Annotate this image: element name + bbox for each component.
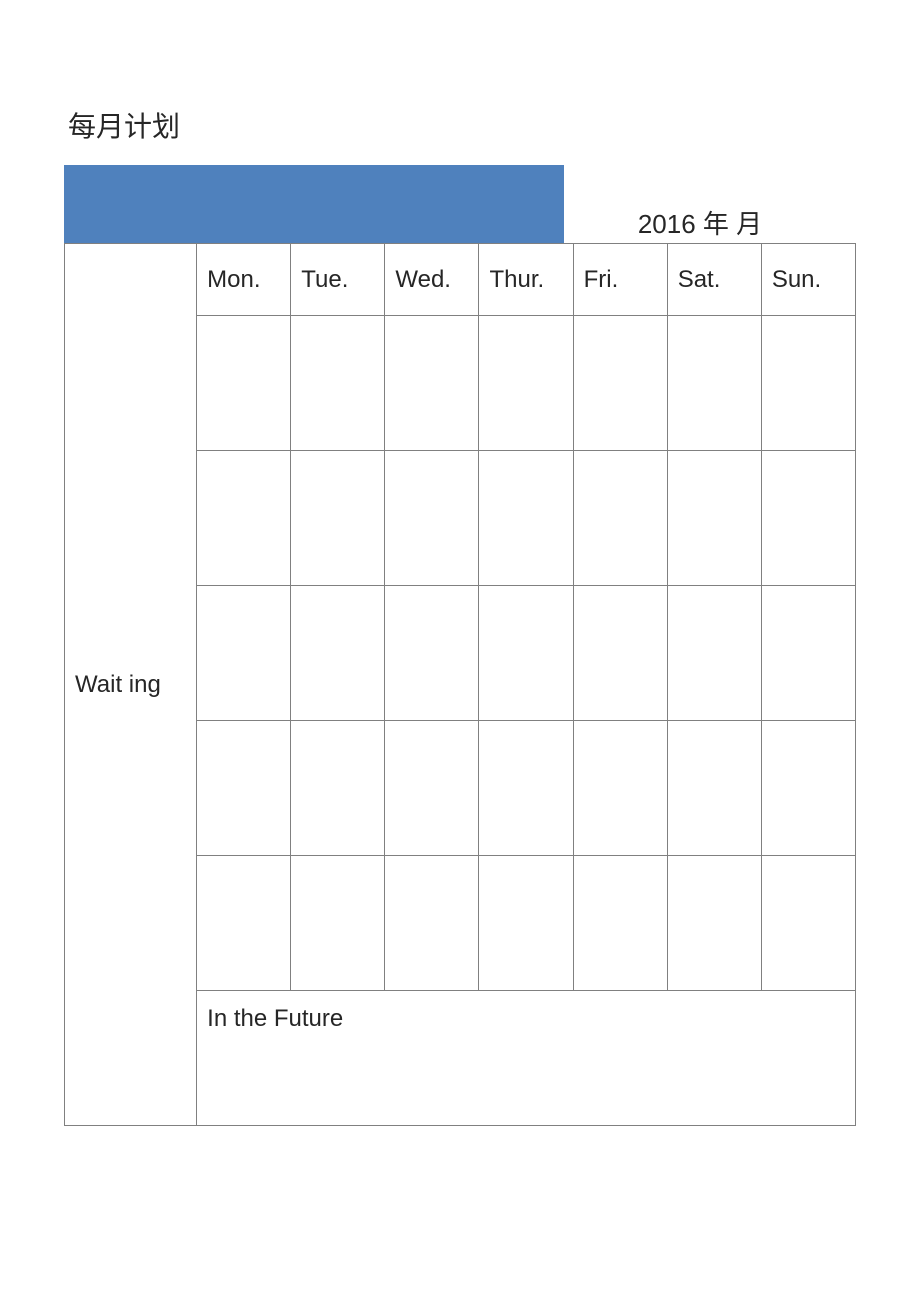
day-cell [385, 721, 479, 856]
day-cell [197, 586, 291, 721]
col-sun: Sun. [761, 244, 855, 316]
future-cell: In the Future [197, 991, 856, 1126]
day-cell [573, 316, 667, 451]
day-cell [761, 721, 855, 856]
page-container: 每月计划 2016 年 月 Wait ing Mon. Tue. Wed. Th… [0, 0, 920, 1126]
day-cell [573, 451, 667, 586]
day-cell [667, 856, 761, 991]
day-cell [291, 316, 385, 451]
day-cell [667, 586, 761, 721]
day-cell [667, 721, 761, 856]
day-cell [761, 856, 855, 991]
day-cell [291, 586, 385, 721]
day-cell [197, 856, 291, 991]
day-cell [385, 586, 479, 721]
day-cell [385, 451, 479, 586]
day-cell [291, 451, 385, 586]
blue-accent-bar [64, 165, 564, 243]
day-cell [573, 856, 667, 991]
col-wed: Wed. [385, 244, 479, 316]
day-cell [761, 316, 855, 451]
day-cell [479, 586, 573, 721]
day-cell [667, 451, 761, 586]
col-sat: Sat. [667, 244, 761, 316]
planner-table: Wait ing Mon. Tue. Wed. Thur. Fri. Sat. … [64, 243, 856, 1126]
header-row: 2016 年 月 [64, 165, 856, 243]
day-cell [667, 316, 761, 451]
day-cell [197, 451, 291, 586]
page-title: 每月计划 [68, 105, 856, 145]
date-label: 2016 年 月 [564, 165, 856, 243]
day-cell [761, 586, 855, 721]
day-cell [385, 856, 479, 991]
day-cell [385, 316, 479, 451]
day-cell [291, 721, 385, 856]
day-cell [291, 856, 385, 991]
waiting-column: Wait ing [65, 244, 197, 1126]
day-cell [573, 721, 667, 856]
day-cell [197, 721, 291, 856]
day-cell [761, 451, 855, 586]
col-tue: Tue. [291, 244, 385, 316]
col-thur: Thur. [479, 244, 573, 316]
day-cell [479, 856, 573, 991]
day-cell [479, 721, 573, 856]
day-cell [479, 451, 573, 586]
day-cell [573, 586, 667, 721]
day-cell [479, 316, 573, 451]
col-mon: Mon. [197, 244, 291, 316]
day-cell [197, 316, 291, 451]
col-fri: Fri. [573, 244, 667, 316]
header-row: Wait ing Mon. Tue. Wed. Thur. Fri. Sat. … [65, 244, 856, 316]
